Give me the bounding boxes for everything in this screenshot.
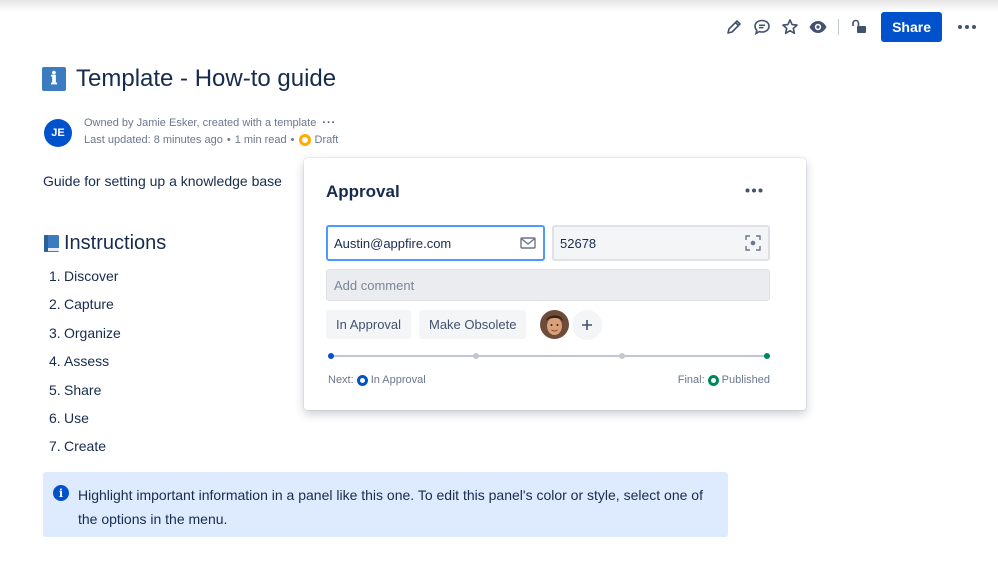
code-field	[552, 225, 770, 261]
watch-icon[interactable]	[804, 13, 832, 41]
edit-icon[interactable]	[720, 13, 748, 41]
more-icon[interactable]	[740, 180, 768, 200]
section-title: Instructions	[64, 232, 166, 255]
scan-icon[interactable]	[738, 235, 768, 251]
byline-more-icon[interactable]: ···	[322, 117, 336, 129]
step-label: Use	[64, 410, 89, 438]
list-item: 2.Capture	[49, 296, 121, 324]
last-updated: Last updated: 8 minutes ago	[84, 134, 223, 146]
email-field	[326, 225, 545, 261]
section-heading: Instructions	[43, 232, 166, 255]
byline-owner-text: Owned by Jamie Esker, created with a tem…	[84, 117, 316, 129]
star-icon[interactable]	[776, 13, 804, 41]
workflow-step-current	[328, 353, 334, 359]
toolbar-separator	[838, 19, 839, 35]
top-shadow	[0, 0, 998, 12]
step-label: Share	[64, 382, 101, 410]
info-emoji-icon: ℹ	[42, 67, 66, 91]
workflow-step	[473, 353, 479, 359]
comment-icon[interactable]	[748, 13, 776, 41]
restrictions-icon[interactable]	[845, 13, 873, 41]
info-panel: i Highlight important information in a p…	[43, 472, 728, 537]
steps-list: 1.Discover 2.Capture 3.Organize 4.Assess…	[49, 268, 121, 467]
approval-popup: Approval In Approval Make Obsolete	[304, 158, 806, 410]
step-label: Create	[64, 438, 106, 466]
step-label: Organize	[64, 325, 121, 353]
step-label: Capture	[64, 296, 114, 324]
list-item: 5.Share	[49, 382, 121, 410]
workflow-progress	[330, 355, 768, 357]
add-approver-icon[interactable]	[572, 310, 602, 340]
page-toolbar: Share	[720, 12, 980, 42]
more-icon[interactable]	[954, 14, 980, 40]
final-state-icon	[708, 375, 719, 386]
intro-text: Guide for setting up a knowledge base	[43, 173, 282, 189]
next-state-label: In Approval	[371, 374, 426, 386]
list-item: 4.Assess	[49, 353, 121, 381]
list-item: 6.Use	[49, 410, 121, 438]
page-title: Template - How-to guide	[76, 65, 336, 93]
workflow-step-final	[764, 353, 770, 359]
final-label: Final:	[678, 374, 705, 386]
list-item: 7.Create	[49, 438, 121, 466]
byline-dot: •	[227, 134, 231, 146]
byline-owner: Owned by Jamie Esker, created with a tem…	[84, 117, 336, 129]
step-label: Assess	[64, 353, 109, 381]
step-label: Discover	[64, 268, 118, 296]
final-state-label: Published	[722, 374, 770, 386]
code-input[interactable]	[554, 227, 738, 259]
byline-meta: Last updated: 8 minutes ago • 1 min read…	[84, 134, 338, 146]
email-input[interactable]	[328, 227, 513, 259]
book-icon	[43, 234, 60, 253]
info-icon: i	[53, 485, 69, 501]
share-button[interactable]: Share	[881, 12, 942, 42]
next-state-icon	[357, 375, 368, 386]
comment-input[interactable]	[326, 269, 770, 301]
byline-dot: •	[291, 134, 295, 146]
workflow-step	[619, 353, 625, 359]
in-approval-button[interactable]: In Approval	[326, 310, 411, 339]
read-time: 1 min read	[235, 134, 287, 146]
draft-status-icon[interactable]	[299, 134, 311, 146]
popup-title: Approval	[326, 182, 400, 202]
list-item: 3.Organize	[49, 325, 121, 353]
approver-avatar[interactable]	[540, 310, 569, 339]
list-item: 1.Discover	[49, 268, 121, 296]
make-obsolete-button[interactable]: Make Obsolete	[419, 310, 526, 339]
status-label[interactable]: Draft	[315, 134, 339, 146]
next-state: Next: In Approval	[328, 374, 426, 386]
mail-icon	[513, 237, 543, 249]
panel-text: Highlight important information in a pan…	[78, 483, 718, 531]
final-state: Final: Published	[678, 374, 770, 386]
owner-avatar[interactable]: JE	[44, 119, 72, 147]
next-label: Next:	[328, 374, 354, 386]
page-title-row: ℹ Template - How-to guide	[42, 65, 336, 93]
